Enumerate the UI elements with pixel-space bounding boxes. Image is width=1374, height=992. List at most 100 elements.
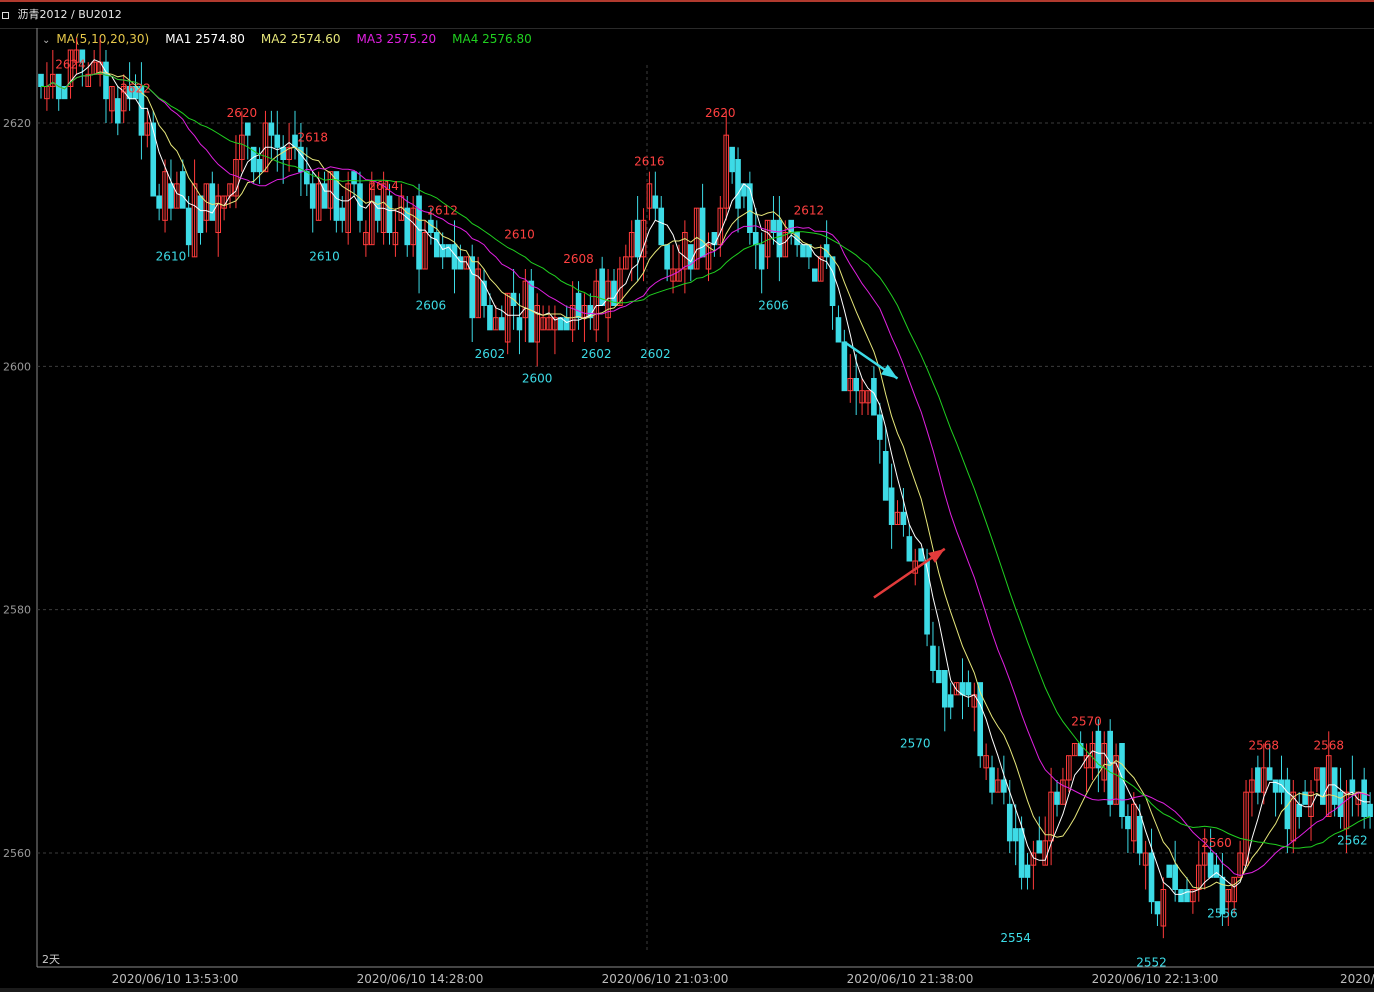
x-tick-label: 2020/06/10 21:03:00 [602, 972, 729, 986]
candle-body [965, 682, 972, 696]
candle-body [1349, 779, 1356, 793]
annotation-arrowhead-2 [928, 548, 945, 563]
candle-body [835, 317, 842, 343]
high-annotation: 2568 [1313, 739, 1344, 753]
candle-body [812, 268, 818, 282]
high-annotation: 2612 [794, 203, 825, 217]
candle-body [747, 183, 753, 233]
candle-body [1367, 803, 1373, 817]
candle-body [179, 171, 186, 209]
candle-body [114, 98, 121, 124]
high-annotation: 2612 [427, 203, 458, 217]
low-annotation: 2602 [475, 347, 506, 361]
candle-body [1184, 889, 1190, 903]
candle-body [735, 159, 741, 209]
candle-body [1178, 889, 1184, 903]
candlestick-chart[interactable]: 2560 2580 2600 2620 2020/06/10 13:53:00 2020/… [0, 0, 1374, 992]
low-annotation: 2562 [1337, 834, 1368, 848]
candle-body [487, 305, 493, 331]
candle-body [256, 159, 263, 173]
candle-body [652, 195, 659, 209]
low-annotation: 2610 [156, 250, 187, 264]
candle-body [664, 244, 670, 270]
candle-body [168, 183, 174, 209]
candle-body [930, 645, 936, 672]
candle-body [924, 560, 930, 635]
candle-body [900, 511, 907, 525]
x-tick-label: 2020/06/10 14:28:00 [357, 972, 484, 986]
candle-body [516, 317, 523, 331]
candle-body [1107, 730, 1113, 805]
candle-body [829, 256, 836, 307]
candle-body [729, 146, 735, 173]
candle-body [244, 122, 251, 136]
candle-body [156, 195, 162, 209]
low-annotation: 2606 [416, 298, 447, 312]
candle-body [1266, 767, 1273, 781]
candle-body [599, 268, 605, 306]
candle-body [386, 195, 393, 233]
candle-body [882, 451, 889, 501]
candle-body [469, 256, 476, 319]
candle-body [711, 232, 718, 246]
candle-body [150, 122, 157, 197]
high-annotation: 2622 [120, 82, 151, 96]
high-annotation: 2624 [55, 57, 86, 71]
candle-body [1296, 803, 1303, 817]
x-tick-label: 2020/06/10 13:53:00 [112, 972, 239, 986]
candle-body [634, 219, 641, 258]
candle-body [752, 232, 759, 246]
candle-body [1284, 779, 1291, 830]
candle-body [1036, 840, 1043, 854]
low-annotation: 2602 [581, 347, 612, 361]
candle-body [936, 670, 942, 684]
candle-body [1012, 828, 1019, 842]
candle-body [268, 122, 275, 136]
candle-body [776, 219, 783, 258]
candle-body [906, 536, 913, 562]
candle-body [1272, 779, 1279, 793]
candle-body [1018, 828, 1025, 878]
candle-body [1361, 779, 1367, 817]
low-annotation: 2606 [758, 298, 789, 312]
candle-body [103, 61, 109, 100]
candle-body [1154, 901, 1161, 915]
candle-body [1148, 852, 1155, 903]
high-annotation: 2618 [297, 130, 328, 144]
low-annotation: 2552 [1136, 955, 1167, 969]
y-tick-label: 2580 [3, 604, 31, 617]
candle-body [38, 73, 44, 88]
high-annotation: 2560 [1201, 836, 1232, 850]
candle-body [888, 487, 895, 525]
candle-body [445, 244, 452, 258]
y-tick-label: 2560 [3, 847, 31, 860]
candle-body [853, 378, 859, 392]
candle-body [877, 414, 883, 440]
candle-body [351, 171, 357, 185]
high-annotation: 2610 [504, 228, 535, 242]
candle-body [947, 694, 954, 708]
candle-body [1024, 864, 1031, 878]
period-label: 2天 [42, 953, 60, 966]
high-annotation: 2620 [227, 106, 258, 120]
ma-line-ma3 [41, 72, 1371, 877]
candle-body [1136, 816, 1143, 854]
high-annotation: 2570 [1071, 714, 1102, 728]
candle-body [575, 292, 582, 319]
candle-body [758, 244, 765, 270]
low-annotation: 2610 [309, 250, 340, 264]
candle-body [699, 207, 706, 258]
candle-body [197, 195, 204, 233]
bottom-scrollbar[interactable] [0, 988, 1374, 992]
candle-body [274, 134, 281, 148]
candle-body [339, 207, 346, 221]
high-annotation: 2620 [705, 106, 736, 120]
candle-body [498, 317, 505, 331]
high-annotation: 2568 [1248, 739, 1279, 753]
candle-body [1320, 767, 1326, 805]
low-annotation: 2600 [522, 371, 553, 385]
candle-body [977, 682, 984, 757]
candle-body [416, 195, 422, 270]
candle-body [457, 256, 464, 270]
candle-body [433, 232, 440, 258]
